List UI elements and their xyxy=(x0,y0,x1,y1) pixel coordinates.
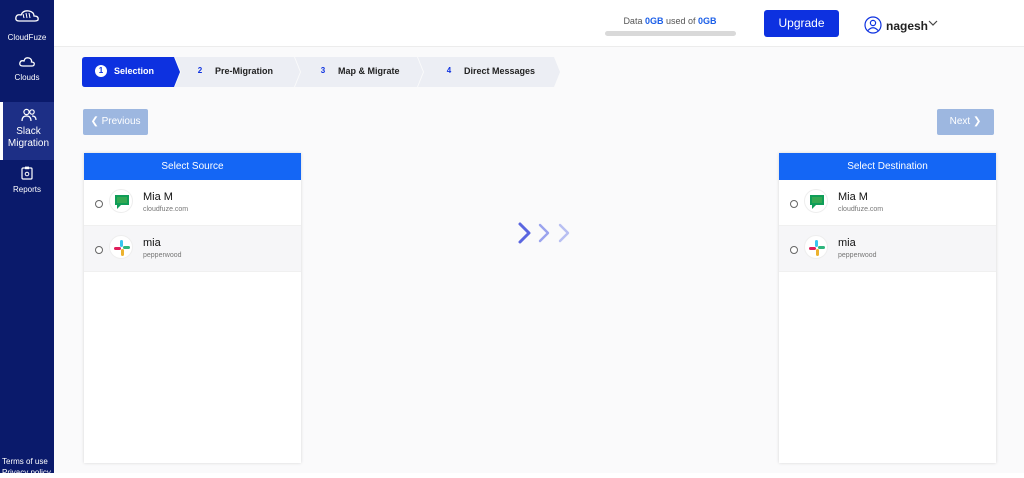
footer-links: Terms of use Privacy policy xyxy=(2,456,51,478)
account-domain: pepperwood xyxy=(143,252,182,259)
slack-icon xyxy=(109,235,133,259)
username: nagesh xyxy=(886,19,929,33)
google-chat-icon xyxy=(804,189,828,213)
step-label: Selection xyxy=(114,66,155,76)
account-name: mia xyxy=(838,237,856,249)
account-radio[interactable] xyxy=(790,246,798,254)
source-account-row[interactable]: Mia M cloudfuze.com xyxy=(84,180,301,226)
step-label: Map & Migrate xyxy=(338,66,400,76)
brand-logo[interactable]: CloudFuze xyxy=(0,8,54,42)
step-map-migrate[interactable]: 3 Map & Migrate xyxy=(295,57,423,87)
source-panel: Select Source Mia M cloudfuze.com mia pe… xyxy=(84,153,301,463)
account-domain: pepperwood xyxy=(838,252,877,259)
sidebar-item-slack-migration[interactable]: Slack Migration xyxy=(0,102,54,160)
slack-icon xyxy=(804,235,828,259)
sidebar-item-label: Reports xyxy=(12,185,41,194)
account-name: Mia M xyxy=(143,191,173,203)
source-account-row[interactable]: mia pepperwood xyxy=(84,226,301,272)
previous-button[interactable]: ❮ Previous xyxy=(83,109,148,135)
account-domain: cloudfuze.com xyxy=(143,206,189,213)
step-pre-migration[interactable]: 2 Pre-Migration xyxy=(175,57,300,87)
brand-label: CloudFuze xyxy=(7,33,47,42)
sidebar-item-clouds[interactable]: Clouds xyxy=(0,56,54,90)
google-chat-icon xyxy=(109,189,133,213)
user-avatar-icon xyxy=(864,16,882,34)
migration-direction-arrows-icon xyxy=(518,222,570,244)
chevron-left-icon: ❮ xyxy=(90,116,99,127)
data-total-value: 0GB xyxy=(698,16,717,26)
chevron-down-icon xyxy=(928,20,938,26)
account-name: mia xyxy=(143,237,161,249)
destination-panel: Select Destination Mia M cloudfuze.com m… xyxy=(779,153,996,463)
account-domain: cloudfuze.com xyxy=(838,206,884,213)
users-icon xyxy=(20,108,37,122)
data-usage-text: Data 0GB used of 0GB xyxy=(623,16,717,26)
data-used-value: 0GB xyxy=(644,16,664,26)
cloudfuze-logo-icon xyxy=(15,10,39,22)
step-direct-messages[interactable]: 4 Direct Messages xyxy=(418,57,560,87)
source-panel-title: Select Source xyxy=(84,153,301,180)
destination-account-row[interactable]: mia pepperwood xyxy=(779,226,996,272)
chevron-right-icon: ❯ xyxy=(972,116,982,127)
step-number: 2 xyxy=(197,66,203,75)
sidebar-item-label: Slack Migration xyxy=(7,126,50,149)
step-number: 4 xyxy=(446,66,452,75)
account-radio[interactable] xyxy=(790,200,798,208)
terms-link[interactable]: Terms of use xyxy=(2,457,48,466)
next-button[interactable]: Next ❯ xyxy=(937,109,994,135)
clipboard-icon xyxy=(21,166,33,180)
main-content: 1 Selection 2 Pre-Migration 3 Map & Migr… xyxy=(54,47,1024,473)
step-number: 1 xyxy=(95,65,107,77)
cloud-icon xyxy=(19,57,35,67)
step-selection[interactable]: 1 Selection xyxy=(82,57,180,87)
destination-account-row[interactable]: Mia M cloudfuze.com xyxy=(779,180,996,226)
data-usage-bar xyxy=(605,31,736,36)
sidebar: CloudFuze Clouds Slack Migration Reports… xyxy=(0,0,54,477)
sidebar-item-reports[interactable]: Reports xyxy=(0,166,54,196)
step-number: 3 xyxy=(320,66,326,75)
account-radio[interactable] xyxy=(95,246,103,254)
account-name: Mia M xyxy=(838,191,868,203)
step-label: Direct Messages xyxy=(464,66,536,76)
upgrade-button[interactable]: Upgrade xyxy=(764,10,839,37)
top-bar: Data 0GB used of 0GB Upgrade nagesh xyxy=(54,0,1024,47)
account-radio[interactable] xyxy=(95,200,103,208)
step-label: Pre-Migration xyxy=(215,66,274,76)
destination-panel-title: Select Destination xyxy=(779,153,996,180)
sidebar-item-label: Clouds xyxy=(14,73,40,82)
